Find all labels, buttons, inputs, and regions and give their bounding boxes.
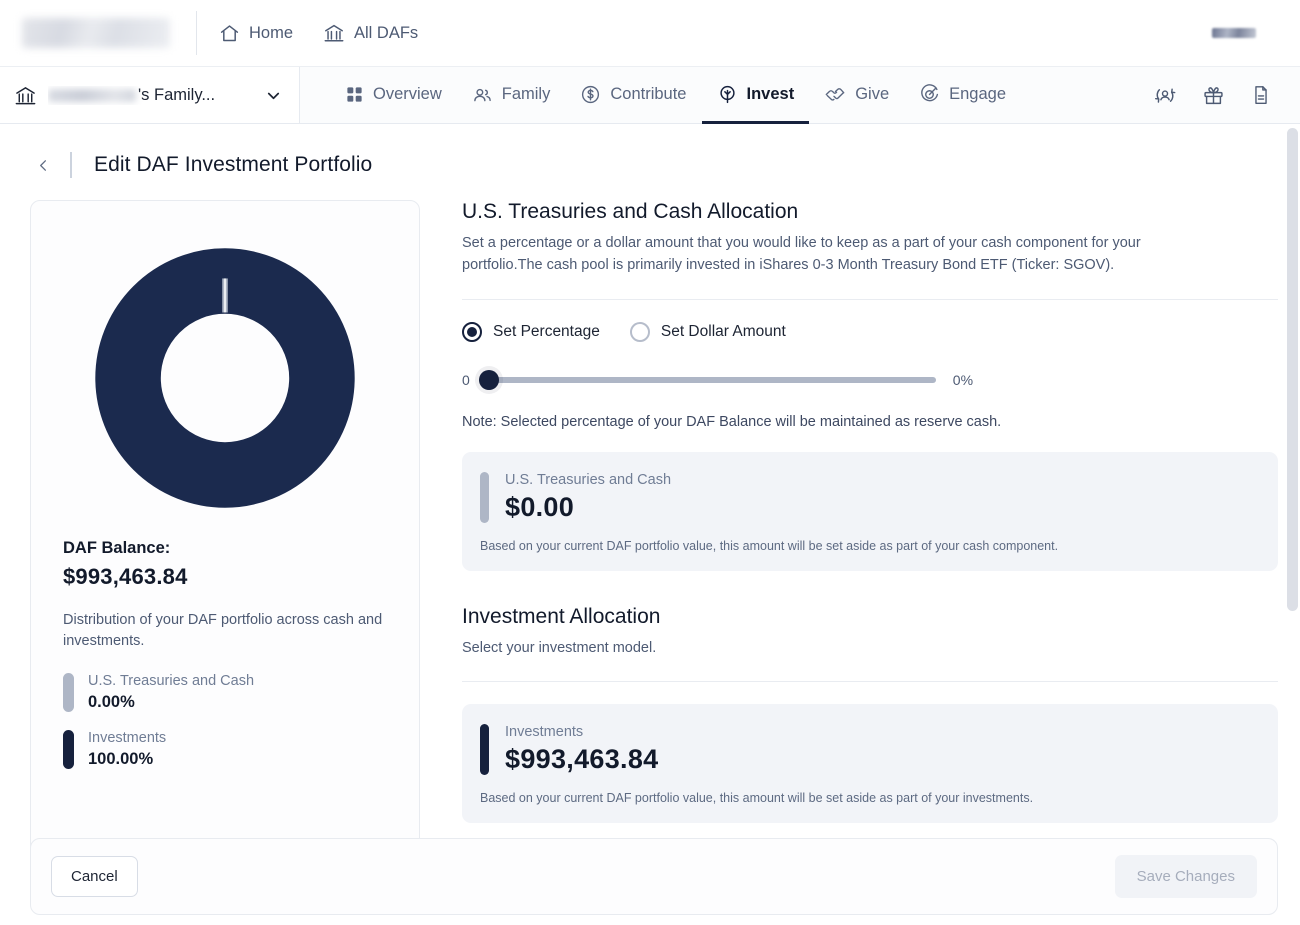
page-title: Edit DAF Investment Portfolio (94, 153, 373, 176)
brand-logo[interactable] (22, 18, 170, 48)
divider (462, 298, 1278, 300)
tab-label-overview: Overview (373, 84, 442, 103)
tab-give[interactable]: Give (809, 67, 904, 124)
page-scrollbar-thumb[interactable] (1287, 128, 1298, 611)
daf-name-redacted (48, 88, 136, 102)
daf-selector-label: 's Family... (48, 86, 253, 105)
investments-card-label: Investments (505, 724, 584, 741)
radio-set-dollar-amount[interactable]: Set Dollar Amount (629, 321, 786, 342)
tab-label-engage: Engage (949, 84, 1007, 103)
back-button[interactable] (30, 152, 56, 178)
slider-min-label: 0 (462, 371, 470, 388)
tab-invest[interactable]: Invest (701, 67, 810, 124)
investment-section: Investment Allocation Select your invest… (462, 605, 1278, 824)
daf-selector[interactable]: 's Family... (0, 67, 300, 123)
investments-card-footnote: Based on your current DAF portfolio valu… (480, 791, 1034, 806)
slider-thumb[interactable] (478, 369, 499, 390)
radio-label-set-dollar-amount: Set Dollar Amount (660, 322, 786, 340)
allocation-mode-group: Set Percentage Set Dollar Amount (462, 321, 1278, 342)
radio-circle-icon (462, 321, 482, 342)
tab-family[interactable]: Family (457, 67, 566, 124)
legend-swatch-investments (63, 730, 74, 770)
radio-set-percentage[interactable]: Set Percentage (462, 321, 600, 342)
cash-card-label: U.S. Treasuries and Cash (505, 471, 672, 488)
bank-icon (323, 22, 345, 44)
investment-section-description: Select your investment model. (462, 639, 657, 656)
radio-label-set-percentage: Set Percentage (493, 322, 600, 340)
daf-balance-value: $993,463.84 (63, 564, 188, 589)
divider (462, 681, 1278, 683)
tab-label-family: Family (501, 84, 551, 103)
sub-bar: 's Family... Overview Family Contribute … (0, 67, 1300, 124)
cash-section-title: U.S. Treasuries and Cash Allocation (462, 200, 799, 223)
portfolio-summary-card: DAF Balance: $993,463.84 Distribution of… (30, 200, 420, 855)
header-divider (70, 152, 72, 178)
handshake-icon (824, 83, 846, 105)
tab-bar: Overview Family Contribute Invest Give E… (300, 67, 1144, 124)
cash-card-footnote: Based on your current DAF portfolio valu… (480, 538, 1059, 553)
gift-icon[interactable] (1202, 84, 1225, 107)
brand-divider (196, 11, 197, 55)
daf-balance-label: DAF Balance: (63, 539, 171, 557)
distribution-description: Distribution of your DAF portfolio acros… (63, 612, 383, 649)
main-content: DAF Balance: $993,463.84 Distribution of… (0, 200, 1300, 855)
chart-legend: U.S. Treasuries and Cash 0.00% Investmen… (63, 673, 387, 770)
tab-overview[interactable]: Overview (330, 67, 457, 124)
top-nav-label-home: Home (249, 23, 294, 42)
radio-circle-icon (629, 321, 650, 342)
legend-item-cash: U.S. Treasuries and Cash 0.00% (63, 673, 387, 713)
legend-value-investments: 100.00% (88, 750, 154, 769)
investments-card-accent-bar (480, 724, 489, 776)
cash-amount-card: U.S. Treasuries and Cash $0.00 Based on … (462, 451, 1278, 571)
legend-value-cash: 0.00% (88, 693, 135, 712)
top-nav-item-all-dafs[interactable]: All DAFs (323, 22, 418, 44)
top-nav: Home All DAFs (219, 22, 418, 44)
legend-label-investments: Investments (88, 730, 167, 747)
page-scrollbar[interactable] (1287, 128, 1298, 918)
top-nav-label-all-dafs: All DAFs (354, 23, 419, 42)
page-header: Edit DAF Investment Portfolio (0, 124, 1300, 200)
tab-contribute[interactable]: Contribute (565, 67, 701, 124)
target-icon (919, 83, 940, 105)
chevron-down-icon[interactable] (264, 86, 283, 105)
user-transfer-icon[interactable] (1154, 84, 1177, 107)
tab-label-contribute: Contribute (610, 84, 687, 103)
cash-card-accent-bar (480, 471, 489, 523)
people-icon (472, 84, 493, 105)
legend-swatch-cash (63, 673, 74, 713)
investment-section-title: Investment Allocation (462, 604, 661, 628)
subbar-action-icons (1144, 67, 1300, 123)
top-nav-item-home[interactable]: Home (219, 23, 293, 44)
percentage-slider[interactable] (478, 369, 936, 390)
slider-value-label: 0% (952, 371, 974, 388)
grid-icon (345, 85, 364, 104)
tree-icon (717, 84, 738, 105)
home-icon (219, 23, 240, 44)
document-icon[interactable] (1250, 84, 1272, 106)
partner-logo (1212, 28, 1256, 38)
legend-item-investments: Investments 100.00% (63, 730, 387, 770)
save-changes-button[interactable]: Save Changes (1114, 855, 1257, 898)
tab-label-invest: Invest (746, 84, 795, 103)
form-footer: Cancel Save Changes (30, 838, 1278, 915)
donut-chart (63, 231, 387, 509)
cancel-button[interactable]: Cancel (51, 856, 138, 897)
dollar-circle-icon (580, 84, 601, 105)
chevron-left-icon (39, 159, 46, 171)
tab-engage[interactable]: Engage (904, 67, 1021, 124)
cash-section-description: Set a percentage or a dollar amount that… (462, 235, 1141, 273)
investments-amount-card: Investments $993,463.84 Based on your cu… (462, 704, 1278, 824)
percentage-slider-row: 0 0% (462, 369, 1278, 390)
donut-chart-svg (95, 248, 355, 508)
slider-note: Note: Selected percentage of your DAF Ba… (462, 413, 1002, 430)
allocation-panel: U.S. Treasuries and Cash Allocation Set … (420, 200, 1278, 855)
investments-card-value: $993,463.84 (505, 744, 659, 775)
cash-card-value: $0.00 (505, 491, 575, 522)
tab-label-give: Give (855, 84, 890, 103)
top-bar: Home All DAFs (0, 0, 1300, 67)
legend-label-cash: U.S. Treasuries and Cash (88, 673, 255, 690)
bank-icon (14, 84, 37, 107)
